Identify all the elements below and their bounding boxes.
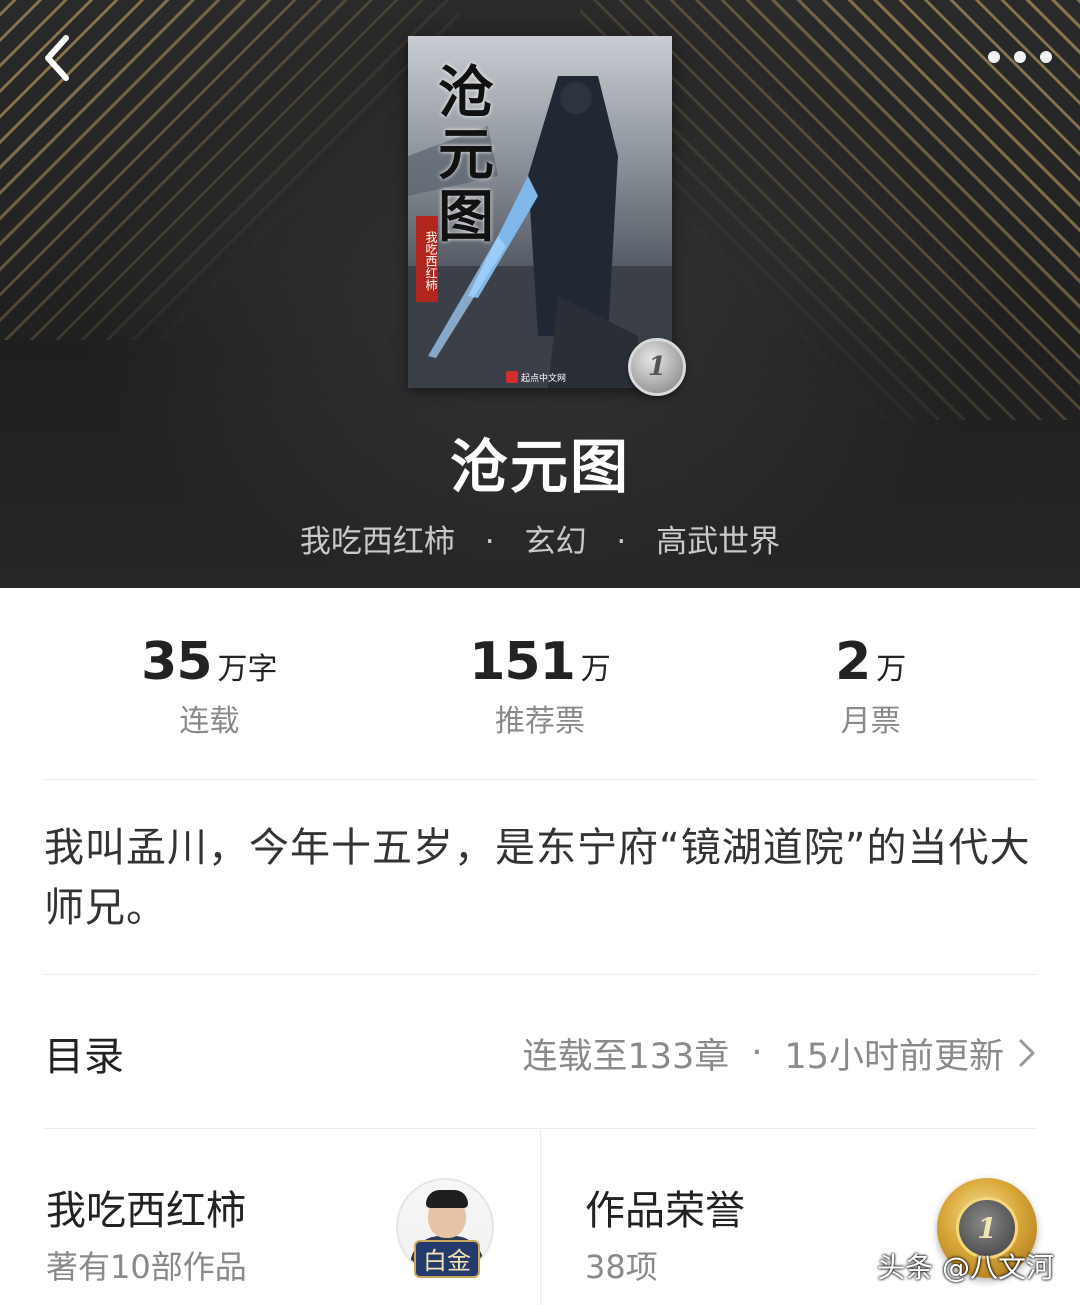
- author-link[interactable]: 我吃西红柿: [300, 524, 455, 560]
- stat-unit: 万: [876, 652, 907, 687]
- cover-publisher: 起点中文网: [506, 370, 566, 384]
- book-title: 沧元图: [449, 433, 630, 501]
- more-dot-icon: [1040, 51, 1052, 63]
- stat-recommend-votes[interactable]: 151 万 推荐票: [375, 632, 706, 742]
- stat-value: 35: [141, 632, 212, 692]
- back-button[interactable]: [36, 30, 86, 86]
- toc-status: 连载至133章: [522, 1036, 730, 1077]
- cover-author-seal: 我吃西红柿: [416, 216, 438, 302]
- stat-label: 推荐票: [495, 704, 585, 739]
- stat-monthly-votes[interactable]: 2万 月票: [705, 632, 1036, 742]
- toc-title: 目录: [44, 1034, 124, 1080]
- table-of-contents-row[interactable]: 目录 连载至133章 · 15小时前更新: [44, 1018, 1036, 1088]
- book-intro[interactable]: 我叫孟川，今年十五岁，是东宁府“镜湖道院”的当代大师兄。: [44, 818, 1036, 938]
- genre-tag[interactable]: 玄幻: [525, 524, 587, 560]
- stat-value: 151: [469, 632, 576, 692]
- stat-label: 月票: [840, 704, 901, 739]
- more-dot-icon: [988, 51, 1000, 63]
- meta-separator: ·: [484, 524, 495, 560]
- author-works-count: 著有10部作品: [46, 1248, 247, 1286]
- book-header: 沧元图 我吃西红柿 起点中文网 1 沧元图 我吃西红柿 · 玄幻 · 高武世界: [0, 0, 1080, 588]
- divider: [44, 1128, 1036, 1129]
- book-stats: 35 万字 连载 151 万 推荐票 2万 月票: [44, 632, 1036, 742]
- stat-value: 2: [835, 632, 871, 692]
- stat-unit: 万字: [217, 652, 278, 687]
- divider: [44, 974, 1036, 975]
- stat-unit: 万: [580, 652, 611, 687]
- more-dot-icon: [1014, 51, 1026, 63]
- book-cover[interactable]: 沧元图 我吃西红柿 起点中文网: [408, 36, 672, 388]
- stat-label: 连载: [179, 704, 240, 739]
- cover-title: 沧元图: [438, 60, 494, 250]
- more-options-button[interactable]: [988, 40, 1052, 74]
- honor-title: 作品荣誉: [585, 1188, 745, 1234]
- subgenre-tag[interactable]: 高武世界: [656, 524, 780, 560]
- publisher-logo-icon: [506, 371, 518, 383]
- book-meta: 我吃西红柿 · 玄幻 · 高武世界: [0, 516, 1080, 561]
- chevron-right-icon: [1019, 1039, 1035, 1067]
- stat-word-count: 35 万字 连载: [44, 632, 375, 742]
- author-card[interactable]: 我吃西红柿 著有10部作品 白金: [44, 1130, 539, 1305]
- watermark: 头条 @八文河: [877, 1251, 1054, 1284]
- toc-updated: 15小时前更新: [784, 1036, 1004, 1077]
- meta-separator: ·: [751, 1033, 763, 1073]
- divider: [44, 779, 1036, 780]
- rank-badge-icon[interactable]: 1: [628, 338, 686, 396]
- chevron-left-icon: [45, 35, 69, 81]
- honor-count: 38项: [585, 1248, 658, 1286]
- author-tier-badge: 白金: [414, 1240, 480, 1278]
- author-name: 我吃西红柿: [46, 1188, 246, 1234]
- meta-separator: ·: [616, 524, 627, 560]
- toc-info: 连载至133章 · 15小时前更新: [523, 1028, 1037, 1079]
